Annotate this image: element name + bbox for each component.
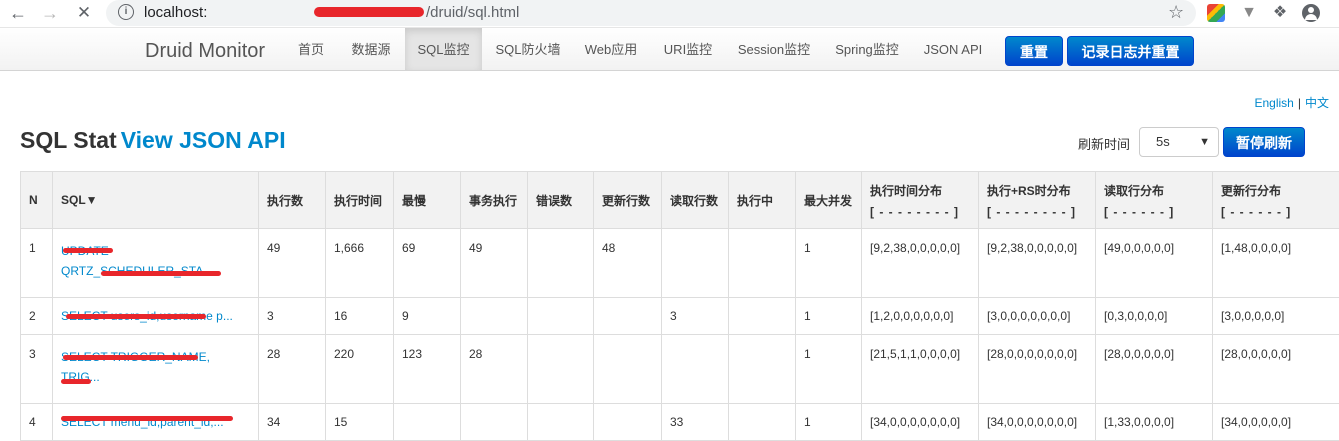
nav-item-json-api[interactable]: JSON API: [917, 28, 989, 70]
column-header[interactable]: 执行时间分布[ - - - - - - - - ]: [862, 172, 979, 229]
sql-link[interactable]: UPDATE: [61, 241, 109, 261]
bookmark-star-icon[interactable]: ☆: [1168, 2, 1184, 23]
column-header[interactable]: 读取行分布[ - - - - - - ]: [1096, 172, 1213, 229]
address-bar[interactable]: i localhost: /druid/sql.html: [106, 0, 1196, 26]
table-row: 4 SELECT menu_id,parent_id,... 34 15 33 …: [21, 404, 1339, 441]
extension-v-icon[interactable]: ▼: [1240, 4, 1258, 22]
table-row: 2 SELECT users_id,username p... 3 16 9 3…: [21, 298, 1339, 335]
lang-english-link[interactable]: English: [1255, 96, 1294, 110]
column-header[interactable]: 更新行分布[ - - - - - - ]: [1213, 172, 1339, 229]
url-host: localhost:: [144, 4, 207, 21]
sql-link[interactable]: SELECT menu_id,parent_id,...: [61, 412, 224, 432]
extensions-puzzle-icon[interactable]: ❖: [1271, 4, 1289, 22]
column-header[interactable]: 事务执行: [461, 172, 528, 229]
browser-toolbar: ← → ✕ i localhost: /druid/sql.html ☆ ▼ ❖: [0, 0, 1339, 28]
table-row: 1 UPDATE QRTZ_SCHEDULER_STA... 49 1,666 …: [21, 229, 1339, 298]
sql-link-continued[interactable]: TRIG...: [61, 367, 100, 387]
column-header: N: [21, 172, 53, 229]
refresh-interval-label: 刷新时间: [1078, 134, 1130, 153]
nav-item-spring-monitor[interactable]: Spring监控: [830, 28, 904, 70]
column-header[interactable]: 更新行数: [594, 172, 662, 229]
column-header[interactable]: 执行时间: [326, 172, 394, 229]
back-arrow-icon[interactable]: ←: [8, 3, 28, 23]
sql-stat-table: N SQL▼ 执行数 执行时间 最慢 事务执行 错误数 更新行数 读取行数 执行…: [20, 171, 1339, 441]
stop-loading-icon[interactable]: ✕: [74, 3, 94, 23]
column-header-sql[interactable]: SQL▼: [53, 172, 259, 229]
column-header[interactable]: 读取行数: [662, 172, 729, 229]
pause-refresh-button[interactable]: 暂停刷新: [1223, 127, 1305, 157]
nav-item-uri-monitor[interactable]: URI监控: [656, 28, 720, 70]
nav-item-sql-monitor[interactable]: SQL监控: [405, 28, 482, 70]
reset-button[interactable]: 重置: [1005, 36, 1063, 66]
refresh-interval-value: 5s: [1156, 134, 1170, 149]
extension-color-icon[interactable]: [1207, 4, 1225, 22]
column-header[interactable]: 执行数: [259, 172, 326, 229]
account-avatar-icon[interactable]: [1302, 4, 1320, 22]
column-header[interactable]: 最大并发: [796, 172, 862, 229]
forward-arrow-icon[interactable]: →: [40, 3, 60, 23]
nav-item-datasource[interactable]: 数据源: [340, 28, 402, 70]
nav-item-sql-firewall[interactable]: SQL防火墙: [487, 28, 569, 70]
view-json-api-link[interactable]: View JSON API: [121, 127, 286, 153]
column-header[interactable]: 最慢: [394, 172, 461, 229]
url-redaction: [314, 7, 424, 17]
chevron-down-icon: ▼: [1199, 128, 1210, 156]
info-icon[interactable]: i: [118, 4, 134, 20]
brand-logo[interactable]: Druid Monitor: [145, 40, 265, 63]
refresh-interval-select[interactable]: 5s ▼: [1139, 127, 1219, 157]
column-header[interactable]: 执行+RS时分布[ - - - - - - - - ]: [979, 172, 1096, 229]
column-header[interactable]: 错误数: [528, 172, 594, 229]
table-row: 3 SELECT TRIGGER_NAME, TRIG... 28 220 12…: [21, 335, 1339, 404]
sql-link[interactable]: SELECT users_id,username p...: [61, 306, 233, 326]
lang-chinese-link[interactable]: 中文: [1305, 96, 1329, 110]
nav-item-web-app[interactable]: Web应用: [578, 28, 644, 70]
top-navbar: Druid Monitor 首页 数据源 SQL监控 SQL防火墙 Web应用 …: [0, 28, 1339, 71]
nav-item-session-monitor[interactable]: Session监控: [733, 28, 815, 70]
page-title-text: SQL Stat: [20, 127, 117, 153]
nav-item-home[interactable]: 首页: [288, 28, 334, 70]
log-and-reset-button[interactable]: 记录日志并重置: [1067, 36, 1194, 66]
url-path: /druid/sql.html: [426, 4, 519, 21]
sql-link-continued[interactable]: QRTZ_SCHEDULER_STA...: [61, 261, 213, 281]
page-title: SQL StatView JSON API: [20, 127, 286, 154]
table-header-row: N SQL▼ 执行数 执行时间 最慢 事务执行 错误数 更新行数 读取行数 执行…: [21, 172, 1339, 229]
column-header[interactable]: 执行中: [729, 172, 796, 229]
sql-link[interactable]: SELECT TRIGGER_NAME,: [61, 347, 210, 367]
language-switcher: English|中文: [1255, 94, 1330, 111]
